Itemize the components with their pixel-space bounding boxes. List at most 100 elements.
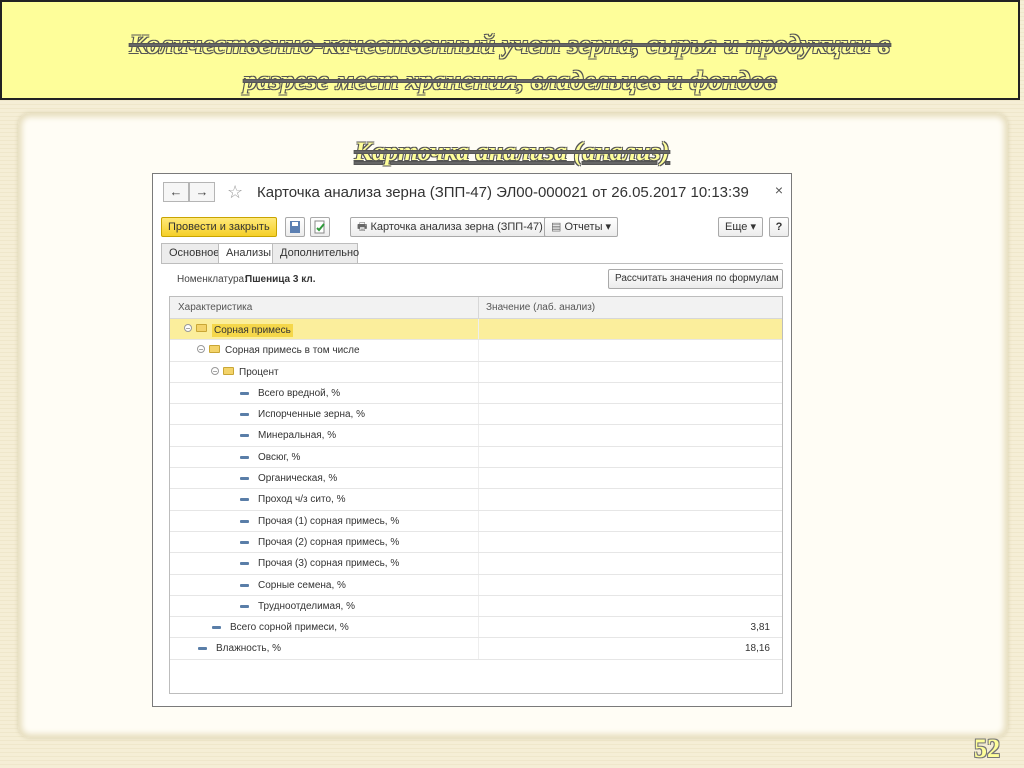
analysis-card-window: ← → ☆ Карточка анализа зерна (ЗПП-47) ЭЛ…	[152, 173, 792, 707]
print-card-button[interactable]: 🖶 Карточка анализа зерна (ЗПП-47)	[350, 217, 550, 237]
slide-title-bar: Количественно-качественный учет зерна, с…	[0, 0, 1020, 100]
forward-button[interactable]: →	[189, 182, 215, 202]
characteristic-item-icon	[240, 583, 249, 587]
favorite-star-icon[interactable]: ☆	[227, 182, 243, 202]
table-row[interactable]: Проход ч/з сито, %	[170, 489, 782, 511]
save-icon	[290, 221, 300, 233]
table-row[interactable]: − Процент	[170, 361, 782, 383]
folder-icon	[209, 345, 220, 354]
column-separator	[478, 361, 479, 382]
collapse-toggle-icon[interactable]: −	[197, 345, 205, 354]
row-label: Органическая, %	[258, 473, 338, 485]
row-label: Прочая (1) сорная примесь, %	[258, 515, 400, 527]
characteristic-item-icon	[240, 477, 249, 481]
column-separator	[478, 638, 479, 659]
row-label: Сорная примесь	[212, 324, 293, 337]
nomenclature-label: Номенклатура:	[177, 274, 247, 285]
column-separator	[478, 425, 479, 446]
characteristic-item-icon	[198, 647, 207, 651]
tab-analyses[interactable]: Анализы	[218, 243, 273, 264]
column-header-value[interactable]: Значение (лаб. анализ)	[486, 302, 595, 313]
table-row[interactable]: − Сорная примесь в том числе	[170, 340, 782, 362]
folder-icon	[196, 324, 207, 332]
column-separator	[478, 595, 479, 617]
row-label: Испорченные зерна, %	[258, 409, 365, 421]
table-row[interactable]: Овсюг, %	[170, 446, 782, 469]
table-row[interactable]: Трудноотделимая, %	[170, 595, 782, 618]
folder-icon	[223, 366, 234, 375]
back-button[interactable]: ←	[163, 182, 189, 202]
collapse-toggle-icon[interactable]: −	[211, 366, 219, 375]
table-row[interactable]: Влажность, % 18,16	[170, 638, 782, 660]
column-separator	[478, 319, 479, 340]
table-row[interactable]: Органическая, %	[170, 468, 782, 490]
characteristic-item-icon	[240, 413, 249, 417]
save-button[interactable]	[285, 217, 305, 237]
row-label: Процент	[239, 366, 279, 378]
row-label: Минеральная, %	[258, 430, 337, 442]
slide-number: 52	[974, 734, 1000, 763]
row-label: Сорная примесь в том числе	[225, 345, 360, 357]
column-separator	[478, 340, 479, 361]
row-label: Трудноотделимая, %	[258, 600, 355, 612]
close-icon[interactable]: ×	[775, 182, 783, 198]
reports-button[interactable]: ▤ Отчеты ▾	[544, 217, 619, 237]
reports-icon: ▤	[551, 221, 565, 233]
post-button[interactable]	[310, 217, 330, 237]
row-label: Проход ч/з сито, %	[258, 494, 346, 506]
row-label: Прочая (3) сорная примесь, %	[258, 558, 400, 570]
characteristic-item-icon	[240, 455, 249, 459]
column-separator	[478, 404, 479, 425]
table-row[interactable]: Прочая (2) сорная примесь, %	[170, 531, 782, 554]
table-row[interactable]: Всего вредной, %	[170, 382, 782, 405]
tab-main[interactable]: Основное	[161, 243, 219, 264]
table-header: Характеристика Значение (лаб. анализ)	[170, 297, 782, 319]
calc-by-formulas-button[interactable]: Рассчитать значения по формулам	[608, 269, 783, 289]
row-value[interactable]: 18,16	[745, 643, 770, 654]
table-body: − Сорная примесь − Сорная примесь в том чис…	[170, 319, 782, 660]
nomenclature-value: Пшеница 3 кл.	[245, 274, 316, 285]
row-value[interactable]: 3,81	[751, 622, 770, 633]
print-card-label: Карточка анализа зерна (ЗПП-47)	[370, 221, 543, 233]
post-document-icon	[314, 220, 325, 234]
reports-label: Отчеты	[564, 221, 603, 233]
characteristic-item-icon	[212, 626, 221, 630]
characteristic-item-icon	[240, 434, 249, 438]
slide-subtitle: Карточка анализа (анализ)	[354, 137, 670, 166]
window-title: Карточка анализа зерна (ЗПП-47) ЭЛ00-000…	[257, 184, 749, 201]
post-and-close-button[interactable]: Провести и закрыть	[161, 217, 277, 237]
column-header-characteristic[interactable]: Характеристика	[178, 302, 252, 313]
column-separator	[478, 531, 479, 553]
printer-icon: 🖶	[357, 221, 371, 233]
tab-additional[interactable]: Дополнительно	[272, 243, 359, 264]
row-label: Прочая (2) сорная примесь, %	[258, 536, 400, 548]
column-separator	[478, 446, 479, 468]
table-row[interactable]: Прочая (3) сорная примесь, %	[170, 553, 782, 575]
slide-title-line-2: разрезе мест хранения, владельцев и фонд…	[243, 66, 777, 95]
table-row[interactable]: Прочая (1) сорная примесь, %	[170, 510, 782, 532]
column-separator	[478, 297, 479, 318]
table-row[interactable]: Испорченные зерна, %	[170, 404, 782, 426]
table-row[interactable]: Сорные семена, %	[170, 574, 782, 596]
characteristic-item-icon	[240, 604, 249, 608]
row-label: Всего сорной примеси, %	[230, 622, 349, 634]
row-label: Сорные семена, %	[258, 579, 346, 591]
column-separator	[478, 553, 479, 574]
more-button[interactable]: Еще ▾	[718, 217, 763, 237]
characteristic-item-icon	[240, 498, 249, 502]
column-separator	[478, 510, 479, 531]
characteristic-item-icon	[240, 519, 249, 523]
column-separator	[478, 489, 479, 510]
chevron-down-icon: ▾	[602, 221, 612, 233]
row-label: Всего вредной, %	[258, 387, 341, 399]
table-row[interactable]: Минеральная, %	[170, 425, 782, 447]
column-separator	[478, 468, 479, 489]
table-row[interactable]: Всего сорной примеси, % 3,81	[170, 617, 782, 639]
characteristic-item-icon	[240, 540, 249, 544]
help-button[interactable]: ?	[769, 217, 789, 237]
column-separator	[478, 382, 479, 404]
characteristic-item-icon	[240, 562, 249, 566]
collapse-toggle-icon[interactable]: −	[184, 324, 192, 333]
characteristics-table: Характеристика Значение (лаб. анализ) − С…	[169, 296, 783, 694]
table-row[interactable]: − Сорная примесь	[170, 319, 782, 341]
